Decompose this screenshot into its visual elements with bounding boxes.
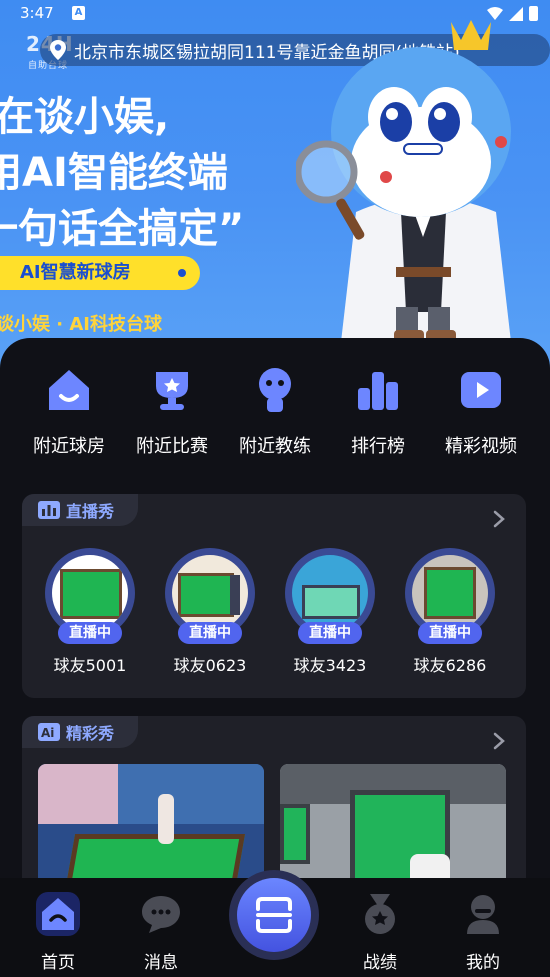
message-icon <box>142 896 180 933</box>
live-thumbnail <box>52 555 128 631</box>
video-play-icon <box>461 372 501 408</box>
live-thumbnail <box>172 555 248 631</box>
main-panel: 附近球房 附近比赛 附近教练 排行榜 精彩视频 直播秀 直播中 球友5001 直… <box>0 338 550 916</box>
nav-nearby-matches[interactable]: 附近比赛 <box>117 366 227 458</box>
nav-label: 附近教练 <box>239 436 311 457</box>
trophy-icon <box>156 372 188 410</box>
nav-label: 附近球房 <box>33 436 105 457</box>
nav-nearby-coaches[interactable]: 附近教练 <box>220 366 330 458</box>
banner-tagline: 谈小娱 · AI科技台球 <box>0 314 162 335</box>
tab-label: 战绩 <box>363 953 397 973</box>
live-thumbnail <box>412 555 488 631</box>
nav-nearby-halls[interactable]: 附近球房 <box>14 366 124 458</box>
mascot-illustration <box>296 20 511 342</box>
coach-icon <box>259 368 291 412</box>
status-time: 3:47 <box>20 4 54 22</box>
medal-icon <box>365 894 395 934</box>
live-show-card: 直播秀 直播中 球友5001 直播中 球友0623 直播中 球友3423 直播中… <box>22 494 526 698</box>
live-item[interactable]: 直播中 球友6286 <box>390 548 510 676</box>
highlight-show-title: 精彩秀 <box>66 724 115 743</box>
home-tab-icon <box>36 892 80 936</box>
ranking-icon <box>358 372 398 410</box>
live-list: 直播中 球友5001 直播中 球友0623 直播中 球友3423 直播中 球友6… <box>22 548 526 688</box>
live-user-name: 球友0623 <box>173 656 247 675</box>
live-badge: 直播中 <box>418 622 482 644</box>
highlight-show-tab: Ai 精彩秀 <box>22 716 138 748</box>
scan-button-inner <box>237 878 311 952</box>
bar-chart-icon <box>38 501 60 519</box>
home-icon <box>49 370 89 410</box>
banner-line-2: 用AI智能终端 <box>0 150 228 196</box>
banner-line-1: 在谈小娱, <box>0 94 170 140</box>
nav-label: 附近比赛 <box>136 436 208 457</box>
live-item[interactable]: 直播中 球友3423 <box>270 548 390 676</box>
tab-label: 我的 <box>466 953 500 973</box>
chevron-right-icon[interactable] <box>492 732 506 750</box>
live-badge: 直播中 <box>178 622 242 644</box>
live-avatar-ring: 直播中 <box>45 548 135 644</box>
nav-ranking[interactable]: 排行榜 <box>323 366 433 458</box>
ai-icon: Ai <box>38 723 60 741</box>
live-badge: 直播中 <box>298 622 362 644</box>
pill-dot <box>178 269 186 277</box>
tab-records[interactable]: 战绩 <box>335 892 425 973</box>
live-show-title: 直播秀 <box>66 502 115 521</box>
scan-icon <box>256 897 292 933</box>
nav-label: 精彩视频 <box>445 436 517 457</box>
live-avatar-ring: 直播中 <box>405 548 495 644</box>
live-item[interactable]: 直播中 球友0623 <box>150 548 270 676</box>
banner-pill-label: AI智慧新球房 <box>20 262 131 283</box>
nav-label: 排行榜 <box>351 436 405 457</box>
live-badge: 直播中 <box>58 622 122 644</box>
location-pin-icon <box>50 40 66 60</box>
live-thumbnail <box>292 555 368 631</box>
live-user-name: 球友6286 <box>413 656 487 675</box>
bottom-tab-bar: 首页 消息 战绩 我的 <box>0 870 550 977</box>
banner-pill: AI智慧新球房 <box>0 256 200 290</box>
live-avatar-ring: 直播中 <box>285 548 375 644</box>
svg-text:Ai: Ai <box>41 726 54 740</box>
tab-home[interactable]: 首页 <box>13 892 103 973</box>
live-user-name: 球友5001 <box>53 656 127 675</box>
tab-label: 消息 <box>144 953 178 973</box>
live-avatar-ring: 直播中 <box>165 548 255 644</box>
promo-banner[interactable]: 3:47 A 24H 自助台球 北京市东城区锡拉胡同111号靠近金鱼胡同(地铁站… <box>0 0 550 370</box>
tab-messages[interactable]: 消息 <box>116 892 206 973</box>
chevron-right-icon[interactable] <box>492 510 506 528</box>
tab-profile[interactable]: 我的 <box>438 892 528 973</box>
live-user-name: 球友3423 <box>293 656 367 675</box>
live-item[interactable]: 直播中 球友5001 <box>30 548 150 676</box>
profile-icon <box>467 895 499 934</box>
quick-nav: 附近球房 附近比赛 附近教练 排行榜 精彩视频 <box>0 366 550 466</box>
nav-highlight-videos[interactable]: 精彩视频 <box>426 366 536 458</box>
tab-label: 首页 <box>41 953 75 973</box>
live-show-tab: 直播秀 <box>22 494 138 526</box>
banner-line-3: 一句话全搞定” <box>0 206 245 252</box>
notification-icon: A <box>72 6 85 20</box>
scan-button[interactable] <box>229 870 319 960</box>
